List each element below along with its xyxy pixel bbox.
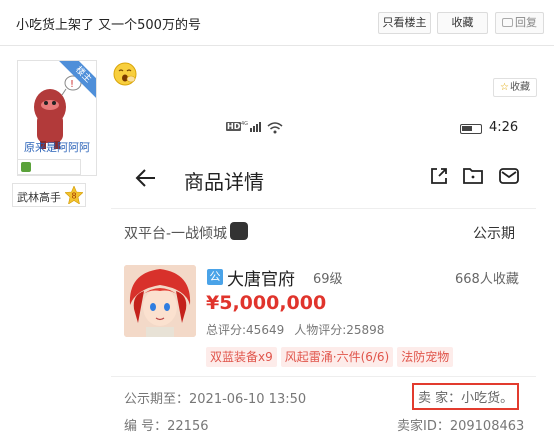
publicity-end-date: 公示期至：2021-06-10 13:50 xyxy=(124,392,307,407)
item-number: 编 号：22156 xyxy=(124,419,209,434)
page-title: 商品详情 xyxy=(184,170,264,194)
server-name: 大唐官府 xyxy=(227,270,295,290)
seller-id: 卖家ID：209108463 xyxy=(397,419,525,434)
share-icon[interactable] xyxy=(429,166,449,186)
star-icon: ☆ xyxy=(500,82,509,93)
yawn-emoji-icon xyxy=(113,62,137,86)
svg-text:!: ! xyxy=(70,79,74,90)
post-favorite-label: 收藏 xyxy=(509,82,530,93)
tag-list: 双蓝装备x9 风起雷涌·六件(6/6) 法防宠物 xyxy=(206,346,457,367)
reply-button[interactable]: 回复 xyxy=(495,12,544,34)
username-link[interactable]: 原来是阿阿阿 xyxy=(18,139,96,155)
badge-icon xyxy=(21,162,31,172)
only-op-button[interactable]: 只看楼主 xyxy=(378,12,431,34)
user-level: 武林高手 8 xyxy=(12,183,86,207)
tag: 双蓝装备x9 xyxy=(206,347,277,367)
mail-icon[interactable] xyxy=(498,166,520,186)
character-portrait xyxy=(124,265,196,337)
seller-name-highlight: 卖 家：小吃货。 xyxy=(412,383,520,410)
product-nav-bar: 商品详情 xyxy=(111,160,536,200)
phone-status-bar: HD 4G 4:26 xyxy=(111,112,536,142)
level-number: 8 xyxy=(71,192,76,201)
character-score: 人物评分:25898 xyxy=(294,323,385,337)
divider xyxy=(111,208,536,209)
tag: 法防宠物 xyxy=(397,347,454,367)
info-row: 公示期至：2021-06-10 13:50 卖 家：小吃货。 xyxy=(111,383,536,410)
tag: 风起雷涌·六件(6/6) xyxy=(280,347,394,367)
back-arrow-icon[interactable] xyxy=(135,167,157,189)
info-row: 编 号：22156 卖家ID：209108463 xyxy=(111,413,536,435)
price: ¥5,000,000 xyxy=(206,292,327,314)
reply-icon xyxy=(502,18,513,27)
folder-icon[interactable] xyxy=(462,166,484,186)
score-row: 总评分:45649 人物评分:25898 xyxy=(206,321,384,338)
level-label: 武林高手 xyxy=(17,191,61,204)
level-star-icon: 8 xyxy=(65,186,83,204)
status-time: 4:26 xyxy=(489,120,519,135)
reply-label: 回复 xyxy=(515,16,537,29)
server-badge: 公 xyxy=(207,269,223,285)
thread-header: 小吃货上架了 又一个500万的号 只看楼主 收藏 回复 xyxy=(0,0,554,46)
character-level: 69级 xyxy=(313,272,343,287)
embedded-screenshot: HD 4G 4:26 商品详情 双平台-一战倾城 公示期 公 大唐官府 69级 … xyxy=(111,112,536,435)
svg-text:4G: 4G xyxy=(241,121,248,127)
publicity-status: 公示期 xyxy=(473,226,515,242)
product-card[interactable]: 公 大唐官府 69级 668人收藏 ¥5,000,000 总评分:45649 人物… xyxy=(111,260,536,370)
wifi-icon xyxy=(267,122,283,134)
platform-row: 双平台-一战倾城 公示期 xyxy=(111,220,536,246)
post-favorite-button[interactable]: ☆收藏 xyxy=(493,78,537,97)
user-info-column: ! 楼主 原来是阿阿阿 武林高手 8 xyxy=(0,46,100,435)
divider xyxy=(111,376,536,377)
favorite-button[interactable]: 收藏 xyxy=(437,12,488,34)
signal-icon: 4G xyxy=(241,121,261,132)
apple-icon xyxy=(230,222,248,240)
hd-indicator: HD xyxy=(226,122,242,131)
user-badge xyxy=(17,159,81,175)
battery-icon xyxy=(460,124,482,134)
favorite-count: 668人收藏 xyxy=(455,272,519,287)
platform-label: 双平台-一战倾城 xyxy=(124,226,228,242)
thread-title: 小吃货上架了 又一个500万的号 xyxy=(16,18,201,33)
total-score: 总评分:45649 xyxy=(206,323,285,337)
